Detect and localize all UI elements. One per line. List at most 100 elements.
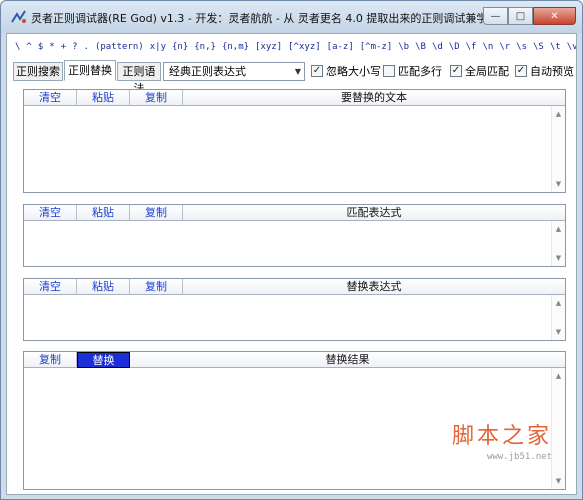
regex-token[interactable]: ?	[72, 42, 77, 52]
tab-regex-search[interactable]: 正则搜索	[13, 62, 63, 81]
copy-button[interactable]: 复制	[130, 205, 183, 221]
regex-engine-select[interactable]: 经典正则表达式 ▼	[163, 62, 305, 81]
app-icon	[11, 10, 26, 23]
regex-token[interactable]: \b	[398, 42, 409, 52]
checkbox-box: ✓	[515, 65, 527, 77]
vertical-scrollbar[interactable]: ▲ ▼	[551, 221, 565, 266]
vertical-scrollbar[interactable]: ▲ ▼	[551, 106, 565, 192]
main-client: \ ^ $ * +?. (pattern) x|y {n} {n,} {n,m} [xyz] [^xy…	[6, 33, 577, 495]
minimize-icon: —	[490, 10, 501, 22]
regex-token[interactable]: \D	[449, 42, 460, 52]
paste-button[interactable]: 粘贴	[77, 279, 130, 295]
checkbox-label: 忽略大小写	[326, 65, 381, 78]
regex-token[interactable]: \	[15, 42, 20, 52]
clear-button[interactable]: 清空	[24, 205, 77, 221]
panel-header: 复制 替换 替换结果	[24, 352, 565, 368]
copy-button[interactable]: 复制	[130, 279, 183, 295]
regex-token[interactable]: {n}	[172, 42, 188, 52]
source-text-panel: 清空 粘贴 复制 要替换的文本 ▲ ▼	[23, 89, 566, 193]
regex-token[interactable]: [a-z]	[327, 42, 354, 52]
regex-token[interactable]: $	[38, 42, 43, 52]
regex-token[interactable]: {n,m}	[222, 42, 249, 52]
regex-token[interactable]: +	[61, 42, 66, 52]
checkbox-box: ✓	[311, 65, 323, 77]
paste-button[interactable]: 粘贴	[77, 90, 130, 106]
scroll-down-icon[interactable]: ▼	[552, 475, 565, 487]
multiline-checkbox[interactable]: 匹配多行	[383, 63, 442, 79]
replace-button[interactable]: 替换	[77, 352, 130, 368]
checkbox-label: 自动预览	[530, 65, 574, 78]
regex-token[interactable]: \r	[499, 42, 510, 52]
close-icon: ✕	[550, 10, 559, 22]
close-button[interactable]: ✕	[533, 7, 576, 25]
regex-token[interactable]: \s	[516, 42, 527, 52]
tab-label: 正则搜索	[16, 65, 60, 78]
regex-token[interactable]: [xyz]	[255, 42, 282, 52]
regex-token[interactable]: \B	[415, 42, 426, 52]
regex-token[interactable]: \f	[466, 42, 477, 52]
regex-token[interactable]: \t	[550, 42, 561, 52]
pattern-text-area[interactable]: ▲ ▼	[24, 221, 565, 266]
watermark-logo: 脚本之家	[451, 424, 552, 449]
regex-token[interactable]: \v	[567, 42, 576, 52]
checkbox-box	[383, 65, 395, 77]
checkbox-label: 全局匹配	[465, 65, 509, 78]
chevron-down-icon: ▼	[294, 67, 301, 76]
panel-header: 清空 粘贴 复制 匹配表达式	[24, 205, 565, 221]
tab-label: 正则替换	[68, 64, 112, 77]
scroll-up-icon[interactable]: ▲	[552, 297, 565, 309]
app-window: 灵者正则调试器(RE God) v1.3 - 开发：灵者航航 - 从 灵者更名 …	[0, 0, 583, 500]
replace-expression-panel: 清空 粘贴 复制 替换表达式 ▲ ▼	[23, 278, 566, 341]
copy-button[interactable]: 复制	[130, 90, 183, 106]
regex-token[interactable]: {n,}	[194, 42, 216, 52]
scroll-up-icon[interactable]: ▲	[552, 370, 565, 382]
minimize-button[interactable]: —	[483, 7, 508, 25]
watermark-url: www.jb51.net	[486, 452, 552, 462]
vertical-scrollbar[interactable]: ▲ ▼	[551, 368, 565, 489]
regex-token[interactable]: .	[84, 42, 89, 52]
clear-button[interactable]: 清空	[24, 90, 77, 106]
regex-token[interactable]: ^	[26, 42, 31, 52]
title-bar[interactable]: 灵者正则调试器(RE God) v1.3 - 开发：灵者航航 - 从 灵者更名 …	[1, 1, 582, 33]
maximize-button[interactable]: □	[508, 7, 533, 25]
replace-text-area[interactable]: ▲ ▼	[24, 295, 565, 340]
panel-title: 替换表达式	[346, 280, 402, 293]
window-title: 灵者正则调试器(RE God) v1.3 - 开发：灵者航航 - 从 灵者更名 …	[31, 12, 521, 25]
global-match-checkbox[interactable]: ✓ 全局匹配	[450, 63, 509, 79]
panel-title: 要替换的文本	[341, 91, 407, 104]
scroll-down-icon[interactable]: ▼	[552, 252, 565, 264]
scroll-up-icon[interactable]: ▲	[552, 223, 565, 235]
regex-token[interactable]: \d	[432, 42, 443, 52]
panel-title: 替换结果	[325, 353, 370, 366]
scroll-up-icon[interactable]: ▲	[552, 108, 565, 120]
scroll-down-icon[interactable]: ▼	[552, 178, 565, 190]
panel-header: 清空 粘贴 复制 要替换的文本	[24, 90, 565, 106]
scroll-down-icon[interactable]: ▼	[552, 326, 565, 338]
auto-preview-checkbox[interactable]: ✓ 自动预览	[515, 63, 574, 79]
regex-token[interactable]: \n	[482, 42, 493, 52]
regex-token-bar: \ ^ $ * +?. (pattern) x|y {n} {n,} {n,m} [xyz] [^xy…	[7, 34, 576, 60]
regex-token[interactable]: \S	[533, 42, 544, 52]
regex-token[interactable]: [^m-z]	[360, 42, 393, 52]
site-watermark: 脚本之家 www.jb51.net	[452, 418, 552, 462]
paste-button[interactable]: 粘贴	[77, 205, 130, 221]
copy-result-button[interactable]: 复制	[24, 352, 77, 368]
tab-regex-replace[interactable]: 正则替换	[64, 60, 116, 81]
clear-button[interactable]: 清空	[24, 279, 77, 295]
mode-toolbar: 正则搜索 正则替换 正则语法 经典正则表达式 ▼ ✓ 忽略大小写 匹配多行 ✓ …	[7, 60, 576, 95]
vertical-scrollbar[interactable]: ▲ ▼	[551, 295, 565, 340]
checkbox-box: ✓	[450, 65, 462, 77]
maximize-icon: □	[515, 10, 526, 22]
panel-header: 清空 粘贴 复制 替换表达式	[24, 279, 565, 295]
pattern-panel: 清空 粘贴 复制 匹配表达式 ▲ ▼	[23, 204, 566, 267]
tab-regex-syntax[interactable]: 正则语法	[117, 62, 161, 95]
panel-title: 匹配表达式	[346, 206, 402, 219]
regex-token[interactable]: [^xyz]	[288, 42, 321, 52]
regex-token[interactable]: *	[49, 42, 54, 52]
source-text-area[interactable]: ▲ ▼	[24, 106, 565, 192]
regex-token[interactable]: x|y	[150, 42, 166, 52]
checkbox-label: 匹配多行	[398, 65, 442, 78]
regex-token[interactable]: (pattern)	[95, 42, 144, 52]
regex-engine-value: 经典正则表达式	[169, 65, 246, 78]
ignore-case-checkbox[interactable]: ✓ 忽略大小写	[311, 63, 381, 79]
